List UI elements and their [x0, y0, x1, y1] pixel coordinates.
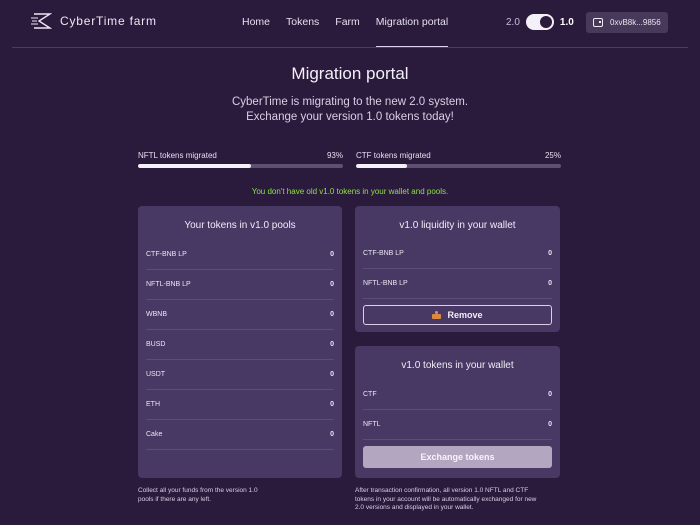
list-item: NFTL 0 [363, 410, 552, 440]
pool-token-name: Cake [146, 431, 163, 438]
list-item: NFTL-BNB LP 0 [363, 269, 552, 299]
list-item: WBNB 0 [146, 300, 334, 330]
pool-token-value: 0 [330, 371, 334, 378]
version-new-label: 1.0 [559, 16, 574, 28]
pool-token-name: ETH [146, 401, 160, 408]
ctf-progress: CTF tokens migrated 25% [356, 151, 561, 168]
list-item: CTF 0 [363, 380, 552, 410]
pool-token-value: 0 [330, 281, 334, 288]
subtitle-line-1: CyberTime is migrating to the new 2.0 sy… [231, 96, 469, 108]
exchange-footnote-line: tokens in your account will be automatic… [355, 495, 537, 503]
page-title: Migration portal [291, 64, 409, 83]
main-nav: Home Tokens Farm Migration portal [242, 0, 464, 48]
cake-icon [432, 311, 442, 319]
pool-token-name: NFTL-BNB LP [146, 281, 191, 288]
top-header: CyberTime farm Home Tokens Farm Migratio… [0, 0, 700, 48]
liquidity-token-value: 0 [548, 280, 552, 287]
ctf-progress-label: CTF tokens migrated [356, 151, 431, 160]
pools-footnote-line: pools if there are any left. [138, 495, 211, 503]
nftl-progress-percent: 93% [326, 151, 343, 160]
nav-farm[interactable]: Farm [335, 0, 360, 48]
logo[interactable]: CyberTime farm [30, 13, 157, 29]
wallet-token-name: NFTL [363, 421, 381, 428]
list-item: Cake 0 [146, 420, 334, 450]
header-divider [12, 47, 688, 48]
liquidity-token-name: NFTL-BNB LP [363, 280, 408, 287]
wallet-tokens-card-title: v1.0 tokens in your wallet [401, 360, 514, 371]
nav-home[interactable]: Home [242, 0, 270, 48]
list-item: CTF-BNB LP 0 [363, 239, 552, 269]
ctf-progress-track [356, 164, 561, 168]
exchange-footnote-line: After transaction confirmation, all vers… [355, 487, 529, 494]
exchange-footnote: After transaction confirmation, all vers… [355, 487, 536, 513]
remove-button[interactable]: Remove [363, 305, 552, 325]
pool-token-value: 0 [330, 311, 334, 318]
cybertime-logo-icon [31, 13, 52, 29]
wallet-token-value: 0 [548, 391, 552, 398]
pool-token-value: 0 [330, 251, 334, 258]
list-item: ETH 0 [146, 390, 334, 420]
liquidity-token-name: CTF-BNB LP [363, 250, 404, 257]
nftl-progress-track [138, 164, 343, 168]
ctf-progress-fill [356, 164, 408, 168]
wallet-token-name: CTF [363, 391, 377, 398]
wallet-icon [593, 18, 603, 27]
page-subtitle: CyberTime is migrating to the new 2.0 sy… [0, 95, 700, 125]
list-item: BUSD 0 [146, 330, 334, 360]
pool-token-name: WBNB [146, 311, 167, 318]
pools-footnote: Collect all your funds from the version … [138, 487, 258, 504]
pool-token-value: 0 [330, 341, 334, 348]
exchange-tokens-button[interactable]: Exchange tokens [363, 446, 552, 468]
liquidity-card: v1.0 liquidity in your wallet CTF-BNB LP… [355, 206, 560, 332]
pools-footnote-line: Collect all your funds from the version … [138, 487, 258, 494]
ctf-progress-percent: 25% [544, 151, 561, 160]
list-item: USDT 0 [146, 360, 334, 390]
liquidity-token-value: 0 [548, 250, 552, 257]
pools-card: Your tokens in v1.0 pools CTF-BNB LP 0 N… [138, 206, 342, 478]
version-toggle[interactable] [525, 14, 554, 30]
nftl-progress-label: NFTL tokens migrated [138, 151, 217, 160]
pool-token-name: USDT [146, 371, 166, 378]
version-switch: 2.0 1.0 [506, 14, 574, 30]
migration-notice: You don't have old v1.0 tokens in your w… [251, 187, 449, 196]
pool-token-value: 0 [330, 401, 334, 408]
app-name: CyberTime farm [60, 14, 157, 28]
pool-token-value: 0 [330, 431, 334, 438]
list-item: CTF-BNB LP 0 [146, 240, 334, 270]
subtitle-line-2: Exchange your version 1.0 tokens today! [246, 111, 454, 123]
wallet-token-value: 0 [548, 421, 552, 428]
nav-tokens[interactable]: Tokens [286, 0, 319, 48]
list-item: NFTL-BNB LP 0 [146, 270, 334, 300]
remove-button-label: Remove [447, 310, 483, 320]
nav-migration-portal[interactable]: Migration portal [375, 0, 449, 48]
nftl-progress-fill [138, 164, 251, 168]
pool-token-name: BUSD [146, 341, 166, 348]
version-old-label: 2.0 [506, 16, 520, 28]
exchange-footnote-line: 2.0 versions and displayed in your walle… [355, 504, 474, 511]
wallet-button[interactable]: 0xvB8k...9856 [586, 12, 668, 33]
nftl-progress: NFTL tokens migrated 93% [138, 151, 343, 168]
pools-card-title: Your tokens in v1.0 pools [184, 220, 296, 231]
toggle-knob [539, 16, 552, 28]
liquidity-card-title: v1.0 liquidity in your wallet [399, 220, 516, 231]
pool-token-name: CTF-BNB LP [146, 251, 187, 258]
wallet-tokens-card: v1.0 tokens in your wallet CTF 0 NFTL 0 … [355, 346, 560, 478]
wallet-address: 0xvB8k...9856 [610, 18, 661, 27]
